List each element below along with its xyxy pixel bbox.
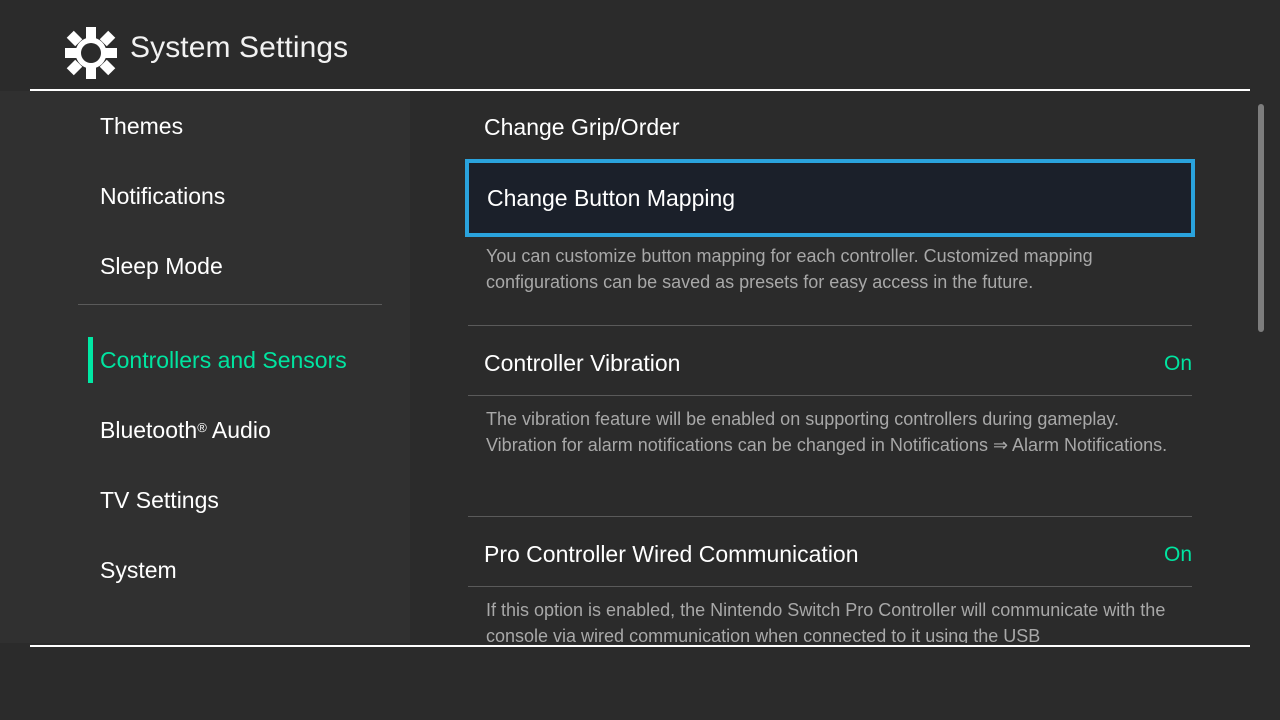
- setting-value-pro-controller-wired-communication: On: [1163, 543, 1192, 566]
- gear-icon: [65, 27, 117, 79]
- registered-trademark-icon: ®: [197, 419, 207, 435]
- settings-content-panel: Change Grip/Order Change Button Mapping …: [410, 91, 1280, 643]
- content-divider: [468, 586, 1192, 587]
- setting-row-description-pro-controller-wired-communication: If this option is enabled, the Nintendo …: [486, 600, 1166, 643]
- sidebar-item-sleep-mode[interactable]: Sleep Mode: [0, 231, 410, 301]
- setting-row-description-change-button-mapping: You can customize button mapping for eac…: [486, 246, 1093, 292]
- sidebar-item-label: Controllers and Sensors: [100, 346, 347, 373]
- sidebar-item-bluetooth-audio[interactable]: Bluetooth® Audio: [0, 395, 410, 465]
- system-settings-screen: System Settings Themes Notifications Sle…: [0, 0, 1280, 720]
- selection-accent-bar: [88, 337, 93, 383]
- sidebar-item-notifications[interactable]: Notifications: [0, 161, 410, 231]
- sidebar-item-label: System: [100, 556, 177, 583]
- sidebar-item-label-bluetooth: Bluetooth® Audio: [100, 416, 271, 443]
- sidebar-item-tv-settings[interactable]: TV Settings: [0, 465, 410, 535]
- sidebar-item-themes[interactable]: Themes: [0, 91, 410, 161]
- sidebar-item-label: Sleep Mode: [100, 252, 223, 279]
- sidebar-item-controllers-and-sensors[interactable]: Controllers and Sensors: [0, 325, 410, 395]
- sidebar-item-label: Themes: [100, 112, 184, 139]
- setting-row-description-controller-vibration: The vibration feature will be enabled on…: [486, 409, 1168, 455]
- content-divider: [468, 325, 1192, 326]
- content-divider: [468, 395, 1192, 396]
- setting-row-title: Change Button Mapping: [487, 185, 736, 211]
- setting-value-controller-vibration: On: [1163, 352, 1192, 375]
- content-divider: [468, 516, 1192, 517]
- sidebar-divider: [78, 304, 382, 305]
- sidebar-item-label: TV Settings: [100, 486, 219, 513]
- page-title: System Settings: [130, 31, 349, 64]
- sidebar-item-label: Notifications: [100, 182, 226, 209]
- setting-row-change-button-mapping[interactable]: Change Button Mapping: [465, 159, 1195, 237]
- setting-row-pro-controller-wired-communication[interactable]: Pro Controller Wired Communication: [484, 541, 859, 568]
- scrollbar-thumb[interactable]: [1258, 104, 1264, 332]
- setting-row-controller-vibration[interactable]: Controller Vibration: [484, 350, 680, 377]
- settings-sidebar: Themes Notifications Sleep Mode Controll…: [0, 91, 410, 643]
- sidebar-nav-list: Themes Notifications Sleep Mode Controll…: [0, 91, 410, 643]
- app-header: System Settings: [0, 0, 1280, 91]
- sidebar-item-system[interactable]: System: [0, 535, 410, 605]
- footer-bar: B Back A OK: [0, 647, 1280, 720]
- setting-row-change-grip-order[interactable]: Change Grip/Order: [484, 114, 680, 141]
